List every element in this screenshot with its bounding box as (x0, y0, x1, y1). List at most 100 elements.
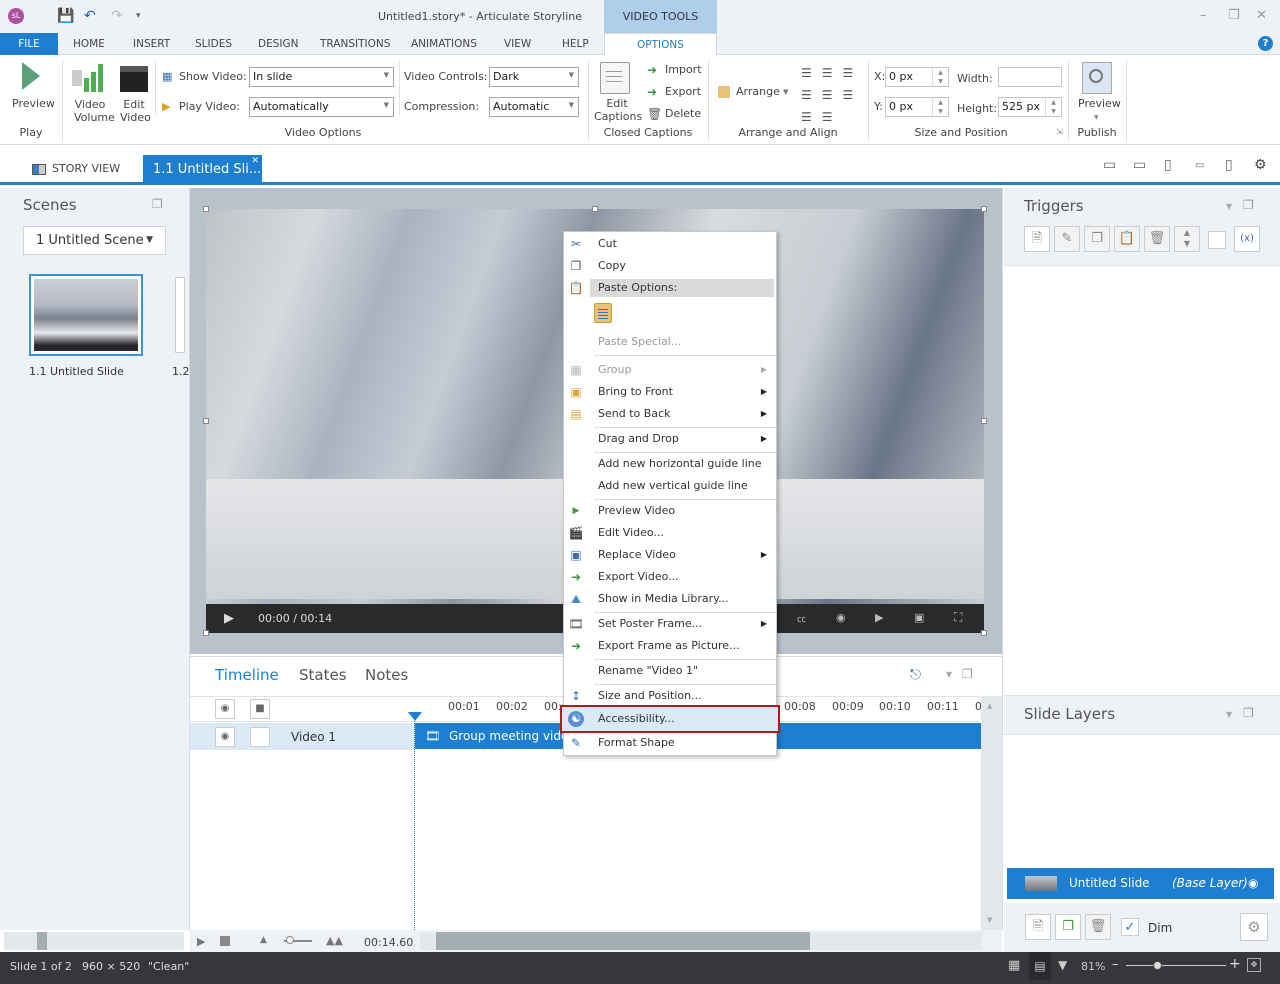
preview-play-icon[interactable] (22, 62, 40, 90)
lock-all-icon[interactable]: ■ (250, 699, 270, 719)
timeline-horizontal-scrollbar[interactable] (420, 932, 982, 950)
variables-icon[interactable]: (x) (1234, 226, 1260, 252)
tablet-portrait-icon[interactable]: ▯ (1164, 157, 1172, 173)
video-volume-button[interactable]: Video Volume (74, 98, 115, 124)
resize-handle[interactable] (592, 206, 598, 212)
resize-handle[interactable] (203, 630, 209, 636)
undock-panel-icon[interactable]: ❐ (1243, 198, 1254, 212)
phone-portrait-icon[interactable]: ▯ (1225, 157, 1233, 173)
timeline-zoom-slider[interactable] (284, 936, 312, 944)
menu-item-export-frame[interactable]: ➜ Export Frame as Picture... (564, 635, 776, 657)
tab-animations[interactable]: ANIMATIONS (403, 33, 485, 55)
picture-in-picture-icon[interactable]: ▣ (914, 611, 924, 624)
menu-item-show-in-media-library[interactable]: ⛰ Show in Media Library... (564, 588, 776, 610)
paste-keep-formatting-icon[interactable] (594, 303, 612, 323)
duplicate-layer-icon[interactable]: ❐ (1055, 914, 1081, 940)
tab-notes[interactable]: Notes (365, 666, 408, 684)
resize-handle[interactable] (203, 418, 209, 424)
menu-item-set-poster-frame[interactable]: 🎞 Set Poster Frame... ▶ (564, 613, 776, 635)
undock-panel-icon[interactable]: ❐ (152, 197, 163, 211)
tab-design[interactable]: DESIGN (250, 33, 306, 55)
resize-handle[interactable] (981, 418, 987, 424)
align-to-playhead-icon[interactable]: ⎋ (910, 667, 921, 683)
layer-properties-gear-icon[interactable]: ⚙ (1240, 913, 1268, 941)
publish-preview-icon[interactable] (1082, 62, 1112, 94)
tab-help[interactable]: HELP (554, 33, 597, 55)
row-lock-toggle[interactable] (250, 727, 270, 747)
undock-panel-icon[interactable]: ❐ (1243, 706, 1254, 720)
menu-item-replace-video[interactable]: ▣ Replace Video ▶ (564, 544, 776, 566)
menu-item-size-and-position[interactable]: ↕ Size and Position... (564, 685, 776, 707)
zoom-in-icon[interactable]: + (1229, 956, 1241, 972)
tab-view[interactable]: VIEW (496, 33, 539, 55)
export-captions-button[interactable]: Export (665, 85, 701, 98)
tablet-landscape-icon[interactable]: ▭ (1133, 157, 1146, 173)
tab-file[interactable]: FILE (0, 33, 58, 55)
scene-select[interactable]: 1 Untitled Scene ▼ (23, 226, 166, 255)
menu-item-accessibility[interactable]: ☯ Accessibility... (560, 705, 780, 733)
video-play-icon[interactable]: ▶ (224, 611, 234, 626)
menu-item-copy[interactable]: ❐ Copy (564, 255, 776, 277)
menu-item-edit-video[interactable]: 🎬 Edit Video... (564, 522, 776, 544)
fit-to-window-icon[interactable]: ✥ (1247, 958, 1261, 972)
story-view-status-icon[interactable]: ▦ (1008, 958, 1020, 973)
width-input[interactable] (998, 67, 1062, 87)
tab-options[interactable]: OPTIONS (604, 33, 717, 56)
close-tab-icon[interactable]: ✕ (251, 146, 259, 176)
edit-captions-icon[interactable] (600, 62, 630, 94)
panel-menu-icon[interactable]: ▼ (1226, 710, 1232, 719)
delete-captions-button[interactable]: Delete (665, 107, 701, 120)
x-spinner[interactable]: ▲ ▼ (932, 68, 948, 86)
menu-item-cut[interactable]: ✂ Cut (564, 233, 776, 255)
base-layer-row[interactable]: Untitled Slide (Base Layer) ◉ (1007, 868, 1274, 899)
tab-slides[interactable]: SLIDES (187, 33, 240, 55)
transcript-icon[interactable]: ◉ (836, 611, 846, 624)
paste-trigger-icon[interactable]: 📋 (1114, 226, 1140, 252)
publish-preview-dropdown-icon[interactable]: ▼ (1094, 114, 1099, 121)
delete-layer-icon[interactable]: 🗑 (1085, 914, 1111, 940)
move-trigger-icon[interactable]: ▲ ▼ (1174, 226, 1200, 252)
menu-item-drag-and-drop[interactable]: Drag and Drop ▶ (564, 428, 776, 450)
tab-states[interactable]: States (299, 666, 347, 684)
import-captions-button[interactable]: Import (665, 63, 702, 76)
captions-icon[interactable]: ㏄ (797, 612, 806, 625)
video-controls-select[interactable]: Dark ▼ (489, 67, 579, 87)
menu-item-add-vertical-guide[interactable]: Add new vertical guide line (564, 475, 776, 497)
edit-trigger-icon[interactable]: ✎ (1054, 226, 1080, 252)
undock-panel-icon[interactable]: ❐ (962, 667, 973, 681)
timeline-play-icon[interactable]: ▶ (197, 935, 205, 948)
edit-captions-button[interactable]: Edit Captions (594, 97, 642, 123)
compression-select[interactable]: Automatic ▼ (489, 97, 579, 117)
phone-landscape-icon[interactable]: ▭ (1195, 160, 1204, 171)
zoom-in-timeline-icon[interactable]: ▲▲ (326, 934, 343, 947)
show-all-eye-icon[interactable]: ◉ (215, 699, 235, 719)
desktop-preview-icon[interactable]: ▭ (1103, 157, 1116, 173)
arrange-dropdown-icon[interactable]: ▼ (783, 88, 788, 96)
menu-item-add-horizontal-guide[interactable]: Add new horizontal guide line (564, 453, 776, 475)
menu-item-paste-special[interactable]: Paste Special... (564, 331, 776, 353)
slide-thumbnail-1-1[interactable] (29, 274, 143, 356)
zoom-slider[interactable] (1126, 961, 1226, 970)
trigger-checkbox[interactable] (1208, 231, 1226, 249)
publish-preview-button[interactable]: Preview (1078, 97, 1121, 110)
size-position-dialog-launcher-icon[interactable]: ⇲ (1056, 127, 1063, 136)
menu-item-send-to-back[interactable]: ▤ Send to Back ▶ (564, 403, 776, 425)
align-buttons[interactable]: ☰☰☰ ☰☰☰ ☰☰ (801, 62, 865, 128)
new-trigger-icon[interactable]: 🗎 (1024, 226, 1050, 252)
arrange-button[interactable]: Arrange (736, 85, 780, 98)
y-spinner[interactable]: ▲ ▼ (932, 98, 948, 116)
play-video-select[interactable]: Automatically ▼ (249, 97, 394, 117)
video-volume-icon[interactable] (72, 62, 106, 94)
tab-slide[interactable]: 1.1 Untitled Sli... ✕ (143, 155, 262, 185)
panel-menu-icon[interactable]: ▼ (946, 670, 952, 679)
timeline-vertical-scrollbar[interactable]: ▲ ▼ (981, 696, 1002, 930)
zoom-out-timeline-icon[interactable]: ▲ (260, 935, 267, 945)
tab-transitions[interactable]: TRANSITIONS (312, 33, 398, 55)
delete-trigger-icon[interactable]: 🗑 (1144, 226, 1170, 252)
layers-horizontal-scrollbar[interactable] (4, 932, 184, 950)
layer-visibility-eye-icon[interactable]: ◉ (1248, 868, 1258, 899)
new-layer-icon[interactable]: 🗎 (1025, 914, 1051, 940)
close-button[interactable]: ✕ (1256, 8, 1267, 23)
edit-video-button[interactable]: Edit Video (120, 98, 151, 124)
slide-thumbnail-1-2[interactable] (175, 277, 185, 353)
